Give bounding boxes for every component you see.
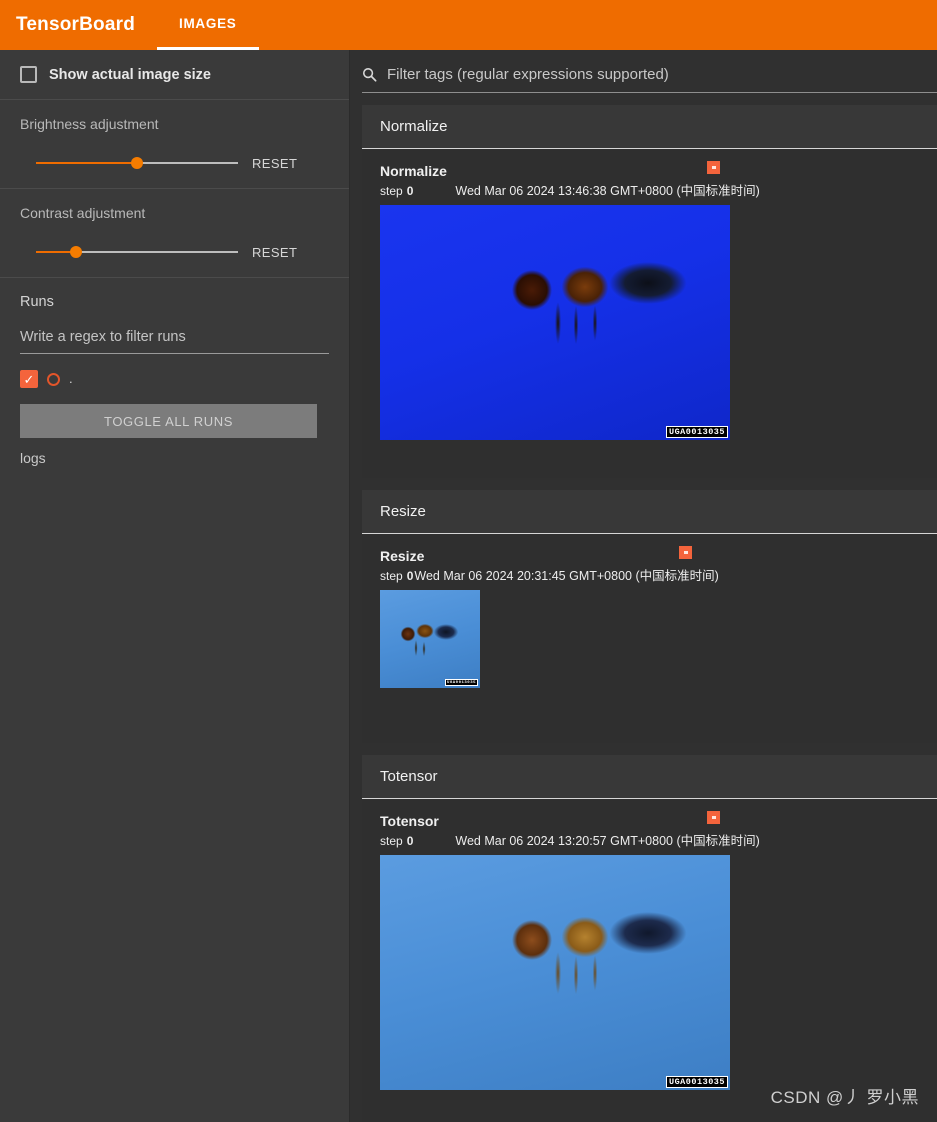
- contrast-label: Contrast adjustment: [20, 205, 146, 221]
- watermark-text: CSDN @丿 罗小黑: [770, 1088, 919, 1107]
- card-meta: step 0 Wed Mar 06 2024 13:20:57 GMT+0800…: [380, 830, 937, 849]
- contrast-thumb[interactable]: [70, 246, 83, 258]
- card-title: Normalize: [380, 163, 447, 179]
- download-badge-icon[interactable]: [679, 546, 692, 559]
- tag-group-header[interactable]: Totensor: [362, 755, 937, 798]
- filter-tags-bar: [350, 50, 937, 93]
- show-actual-size-label: Show actual image size: [49, 66, 211, 83]
- brightness-label: Brightness adjustment: [20, 116, 159, 132]
- toggle-all-runs-button[interactable]: TOGGLE ALL RUNS: [20, 404, 317, 438]
- sidebar: Show actual image size Brightness adjust…: [0, 50, 350, 1122]
- image-card-normalize: Normalize step 0 Wed Mar 06 2024 13:46:3…: [362, 148, 937, 478]
- image-stamp-label: UGA0013035: [665, 1075, 728, 1088]
- brightness-section: Brightness adjustment RESET: [0, 100, 349, 189]
- timestamp: Wed Mar 06 2024 13:20:57 GMT+0800 (中国标准时…: [455, 834, 760, 848]
- contrast-section: Contrast adjustment RESET: [0, 189, 349, 278]
- run-color-circle-icon[interactable]: [47, 372, 60, 386]
- step-label: step: [380, 569, 403, 583]
- brightness-slider[interactable]: [36, 154, 238, 172]
- contrast-slider[interactable]: [36, 243, 238, 261]
- tab-images[interactable]: IMAGES: [157, 0, 259, 50]
- tag-group-resize: Resize Resize step 0 Wed Mar 06 2024 20:…: [362, 490, 937, 743]
- runs-section: Runs ✓ . TOGGLE ALL RUNS logs: [0, 278, 349, 482]
- ant-image-totensor[interactable]: UGA0013035: [380, 855, 730, 1090]
- image-card-resize: Resize step 0 Wed Mar 06 2024 20:31:45 G…: [362, 533, 937, 743]
- step-value: 0: [406, 184, 414, 198]
- tab-bar: IMAGES: [157, 0, 259, 50]
- card-meta: step 0 Wed Mar 06 2024 13:46:38 GMT+0800…: [380, 180, 937, 199]
- tag-group-header[interactable]: Normalize: [362, 105, 937, 148]
- brightness-track-fill: [36, 162, 137, 164]
- ant-image-normalized[interactable]: UGA0013035: [380, 205, 730, 440]
- download-badge-icon[interactable]: [707, 161, 720, 174]
- card-title: Resize: [380, 548, 425, 564]
- tag-group-totensor: Totensor Totensor step 0 Wed Mar 06 2024…: [362, 755, 937, 1122]
- card-title: Totensor: [380, 813, 439, 829]
- show-actual-size-checkbox[interactable]: [20, 66, 37, 83]
- image-stamp-label: UGA0013035: [444, 679, 478, 686]
- brightness-reset-button[interactable]: RESET: [252, 156, 297, 171]
- tag-group-header[interactable]: Resize: [362, 490, 937, 533]
- main-panel: Normalize Normalize step 0 Wed Mar 06 20…: [350, 50, 937, 1122]
- tag-group-normalize: Normalize Normalize step 0 Wed Mar 06 20…: [362, 105, 937, 478]
- timestamp: Wed Mar 06 2024 20:31:45 GMT+0800 (中国标准时…: [414, 569, 719, 583]
- filter-tags-input[interactable]: [387, 66, 937, 83]
- search-icon: [362, 67, 377, 82]
- run-name-label: .: [69, 371, 73, 386]
- step-value: 0: [406, 834, 414, 848]
- contrast-slider-row: RESET: [20, 243, 329, 261]
- runs-regex-input[interactable]: [20, 329, 329, 354]
- ant-image-resized[interactable]: UGA0013035: [380, 590, 480, 688]
- runs-title: Runs: [20, 294, 54, 310]
- logs-label: logs: [20, 450, 46, 466]
- show-actual-size-row[interactable]: Show actual image size: [20, 66, 329, 83]
- app-brand: TensorBoard: [16, 14, 136, 35]
- card-meta: step 0 Wed Mar 06 2024 20:31:45 GMT+0800…: [380, 565, 937, 584]
- run-checkbox[interactable]: ✓: [20, 370, 38, 388]
- contrast-reset-button[interactable]: RESET: [252, 245, 297, 260]
- brightness-slider-row: RESET: [20, 154, 329, 172]
- timestamp: Wed Mar 06 2024 13:46:38 GMT+0800 (中国标准时…: [455, 184, 760, 198]
- image-card-totensor: Totensor step 0 Wed Mar 06 2024 13:20:57…: [362, 798, 937, 1122]
- show-actual-size-section: Show actual image size: [0, 50, 349, 100]
- download-badge-icon[interactable]: [707, 811, 720, 824]
- run-item-row[interactable]: ✓ .: [20, 368, 329, 390]
- brightness-thumb[interactable]: [131, 157, 143, 169]
- step-label: step: [380, 834, 403, 848]
- image-stamp-label: UGA0013035: [665, 425, 728, 438]
- step-label: step: [380, 184, 403, 198]
- step-value: 0: [406, 569, 414, 583]
- top-app-bar: TensorBoard IMAGES: [0, 0, 937, 50]
